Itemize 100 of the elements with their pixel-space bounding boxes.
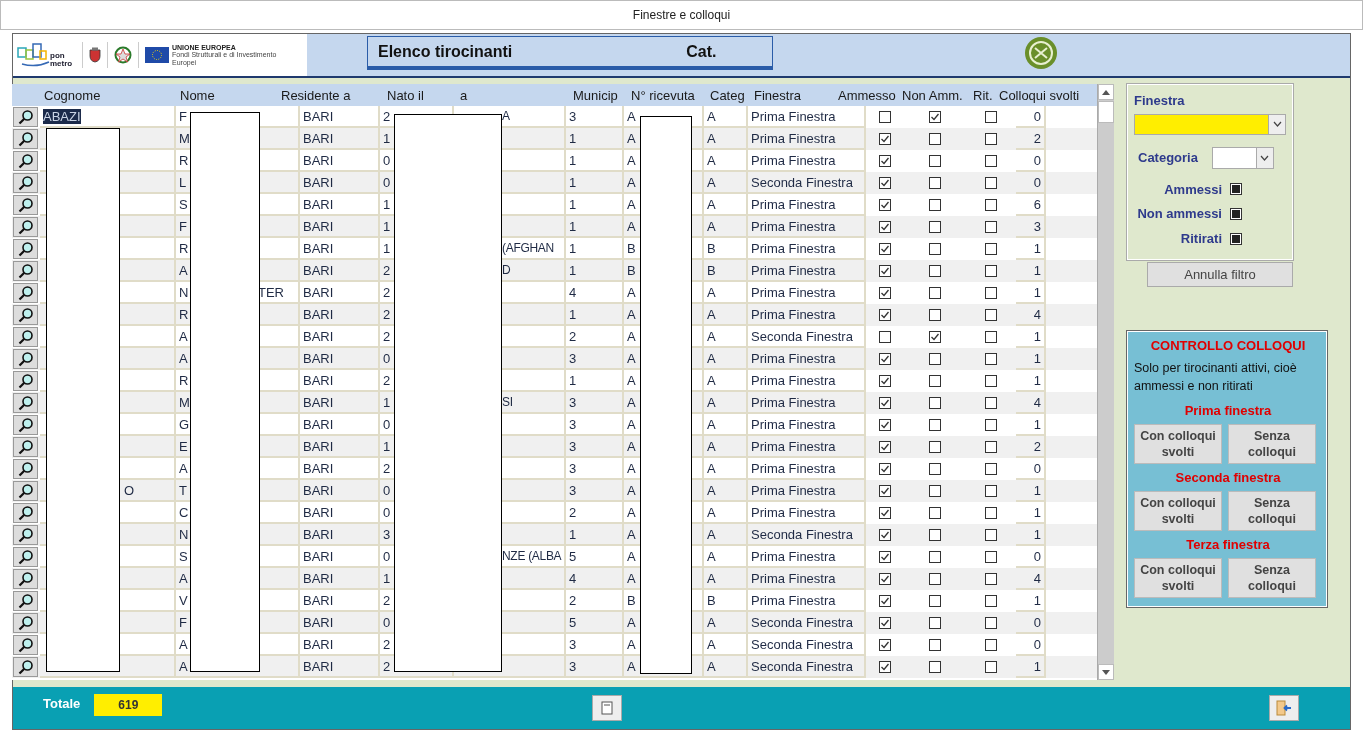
search-button[interactable]: [13, 415, 38, 435]
checkbox[interactable]: [929, 419, 941, 431]
checkbox[interactable]: [929, 507, 941, 519]
search-button[interactable]: [13, 635, 38, 655]
checkbox[interactable]: [985, 309, 997, 321]
search-button[interactable]: [13, 547, 38, 567]
search-button[interactable]: [13, 261, 38, 281]
checkbox[interactable]: [985, 639, 997, 651]
search-button[interactable]: [13, 613, 38, 633]
checkbox[interactable]: [929, 441, 941, 453]
search-button[interactable]: [13, 305, 38, 325]
checkbox[interactable]: [985, 397, 997, 409]
checkbox[interactable]: [985, 265, 997, 277]
scroll-thumb[interactable]: [1098, 101, 1114, 123]
filter-button[interactable]: Con colloqui svolti: [1134, 424, 1222, 464]
checkbox[interactable]: [929, 463, 941, 475]
checkbox[interactable]: [929, 551, 941, 563]
checkbox[interactable]: [879, 375, 891, 387]
checkbox[interactable]: [929, 573, 941, 585]
checkbox[interactable]: [879, 243, 891, 255]
checkbox[interactable]: [985, 287, 997, 299]
checkbox[interactable]: [879, 485, 891, 497]
checkbox[interactable]: [929, 309, 941, 321]
checkbox[interactable]: [985, 199, 997, 211]
search-button[interactable]: [13, 481, 38, 501]
search-button[interactable]: [13, 239, 38, 259]
checkbox[interactable]: [879, 639, 891, 651]
search-button[interactable]: [13, 657, 38, 677]
search-button[interactable]: [13, 129, 38, 149]
checkbox[interactable]: [985, 243, 997, 255]
checkbox[interactable]: [985, 419, 997, 431]
checkbox[interactable]: [929, 617, 941, 629]
checkbox[interactable]: [879, 155, 891, 167]
record-button[interactable]: [592, 695, 623, 721]
filter-button[interactable]: Con colloqui svolti: [1134, 491, 1222, 531]
exit-button[interactable]: [1269, 695, 1300, 721]
search-button[interactable]: [13, 591, 38, 611]
reset-filter-button[interactable]: Annulla filtro: [1147, 262, 1293, 287]
checkbox[interactable]: [929, 199, 941, 211]
scrollbar[interactable]: [1097, 84, 1114, 680]
checkbox[interactable]: [879, 463, 891, 475]
checkbox[interactable]: [985, 441, 997, 453]
checkbox[interactable]: [929, 265, 941, 277]
checkbox[interactable]: [879, 133, 891, 145]
search-button[interactable]: [13, 349, 38, 369]
checkbox[interactable]: [929, 221, 941, 233]
checkbox[interactable]: [985, 177, 997, 189]
checkbox[interactable]: [985, 507, 997, 519]
checkbox[interactable]: [879, 353, 891, 365]
checkbox[interactable]: [879, 551, 891, 563]
checkbox[interactable]: [985, 617, 997, 629]
checkbox[interactable]: [879, 617, 891, 629]
checkbox[interactable]: [929, 375, 941, 387]
checkbox[interactable]: [879, 309, 891, 321]
search-button[interactable]: [13, 151, 38, 171]
checkbox[interactable]: [929, 177, 941, 189]
scroll-down-icon[interactable]: [1102, 669, 1110, 675]
checkbox[interactable]: [879, 177, 891, 189]
checkbox[interactable]: [985, 111, 997, 123]
checkbox[interactable]: [929, 331, 941, 343]
checkbox[interactable]: [985, 529, 997, 541]
checkbox[interactable]: [985, 221, 997, 233]
checkbox[interactable]: [879, 573, 891, 585]
checkbox[interactable]: [985, 595, 997, 607]
checkbox[interactable]: [879, 111, 891, 123]
search-button[interactable]: [13, 217, 38, 237]
search-button[interactable]: [13, 569, 38, 589]
search-button[interactable]: [13, 503, 38, 523]
checkbox[interactable]: [985, 155, 997, 167]
search-button[interactable]: [13, 283, 38, 303]
checkbox[interactable]: [985, 551, 997, 563]
checkbox[interactable]: [985, 485, 997, 497]
search-button[interactable]: [13, 107, 38, 127]
checkbox[interactable]: [929, 661, 941, 673]
checkbox[interactable]: [929, 639, 941, 651]
filter-button[interactable]: Senza colloqui: [1228, 558, 1316, 598]
checkbox[interactable]: [929, 133, 941, 145]
checkbox[interactable]: [879, 595, 891, 607]
checkbox[interactable]: [879, 199, 891, 211]
checkbox[interactable]: [929, 397, 941, 409]
scroll-up-icon[interactable]: [1102, 89, 1110, 95]
search-button[interactable]: [13, 195, 38, 215]
checkbox[interactable]: [879, 419, 891, 431]
checkbox[interactable]: [879, 265, 891, 277]
checkbox[interactable]: [879, 507, 891, 519]
checkbox[interactable]: [1230, 208, 1242, 220]
search-button[interactable]: [13, 327, 38, 347]
filter-button[interactable]: Senza colloqui: [1228, 424, 1316, 464]
checkbox[interactable]: [879, 441, 891, 453]
checkbox[interactable]: [929, 485, 941, 497]
checkbox[interactable]: [879, 397, 891, 409]
filter-button[interactable]: Senza colloqui: [1228, 491, 1316, 531]
checkbox[interactable]: [879, 529, 891, 541]
checkbox[interactable]: [985, 463, 997, 475]
checkbox[interactable]: [929, 353, 941, 365]
checkbox[interactable]: [879, 287, 891, 299]
search-button[interactable]: [13, 525, 38, 545]
checkbox[interactable]: [985, 661, 997, 673]
checkbox[interactable]: [985, 573, 997, 585]
search-button[interactable]: [13, 371, 38, 391]
